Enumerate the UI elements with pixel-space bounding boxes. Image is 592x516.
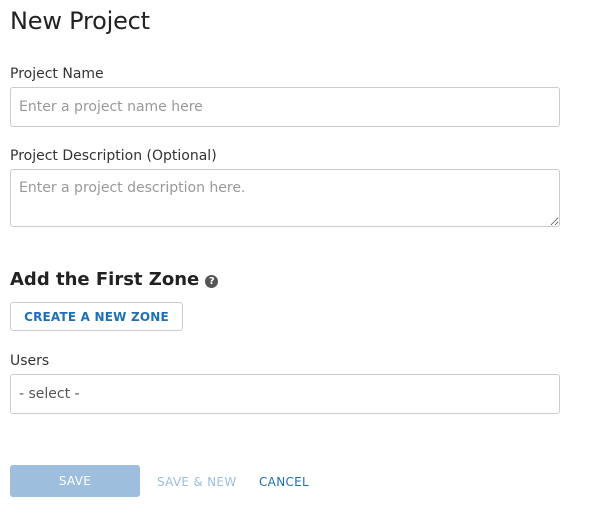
project-description-input[interactable] [10, 169, 560, 227]
save-button[interactable]: SAVE [10, 465, 140, 497]
question-circle-icon[interactable]: ? [205, 274, 219, 288]
project-description-label: Project Description (Optional) [10, 148, 217, 164]
zone-section-title: Add the First Zone ? [10, 268, 219, 292]
cancel-button[interactable]: CANCEL [259, 473, 309, 491]
project-name-label: Project Name [10, 66, 104, 82]
create-new-zone-button[interactable]: CREATE A NEW ZONE [10, 302, 183, 331]
page-title: New Project [10, 7, 150, 35]
save-and-new-button[interactable]: SAVE & NEW [157, 473, 236, 491]
users-select-value: - select - [19, 386, 80, 402]
project-name-input[interactable] [10, 87, 560, 127]
users-select[interactable]: - select - [10, 374, 560, 414]
users-label: Users [10, 353, 50, 369]
zone-section-title-text: Add the First Zone [10, 269, 200, 290]
